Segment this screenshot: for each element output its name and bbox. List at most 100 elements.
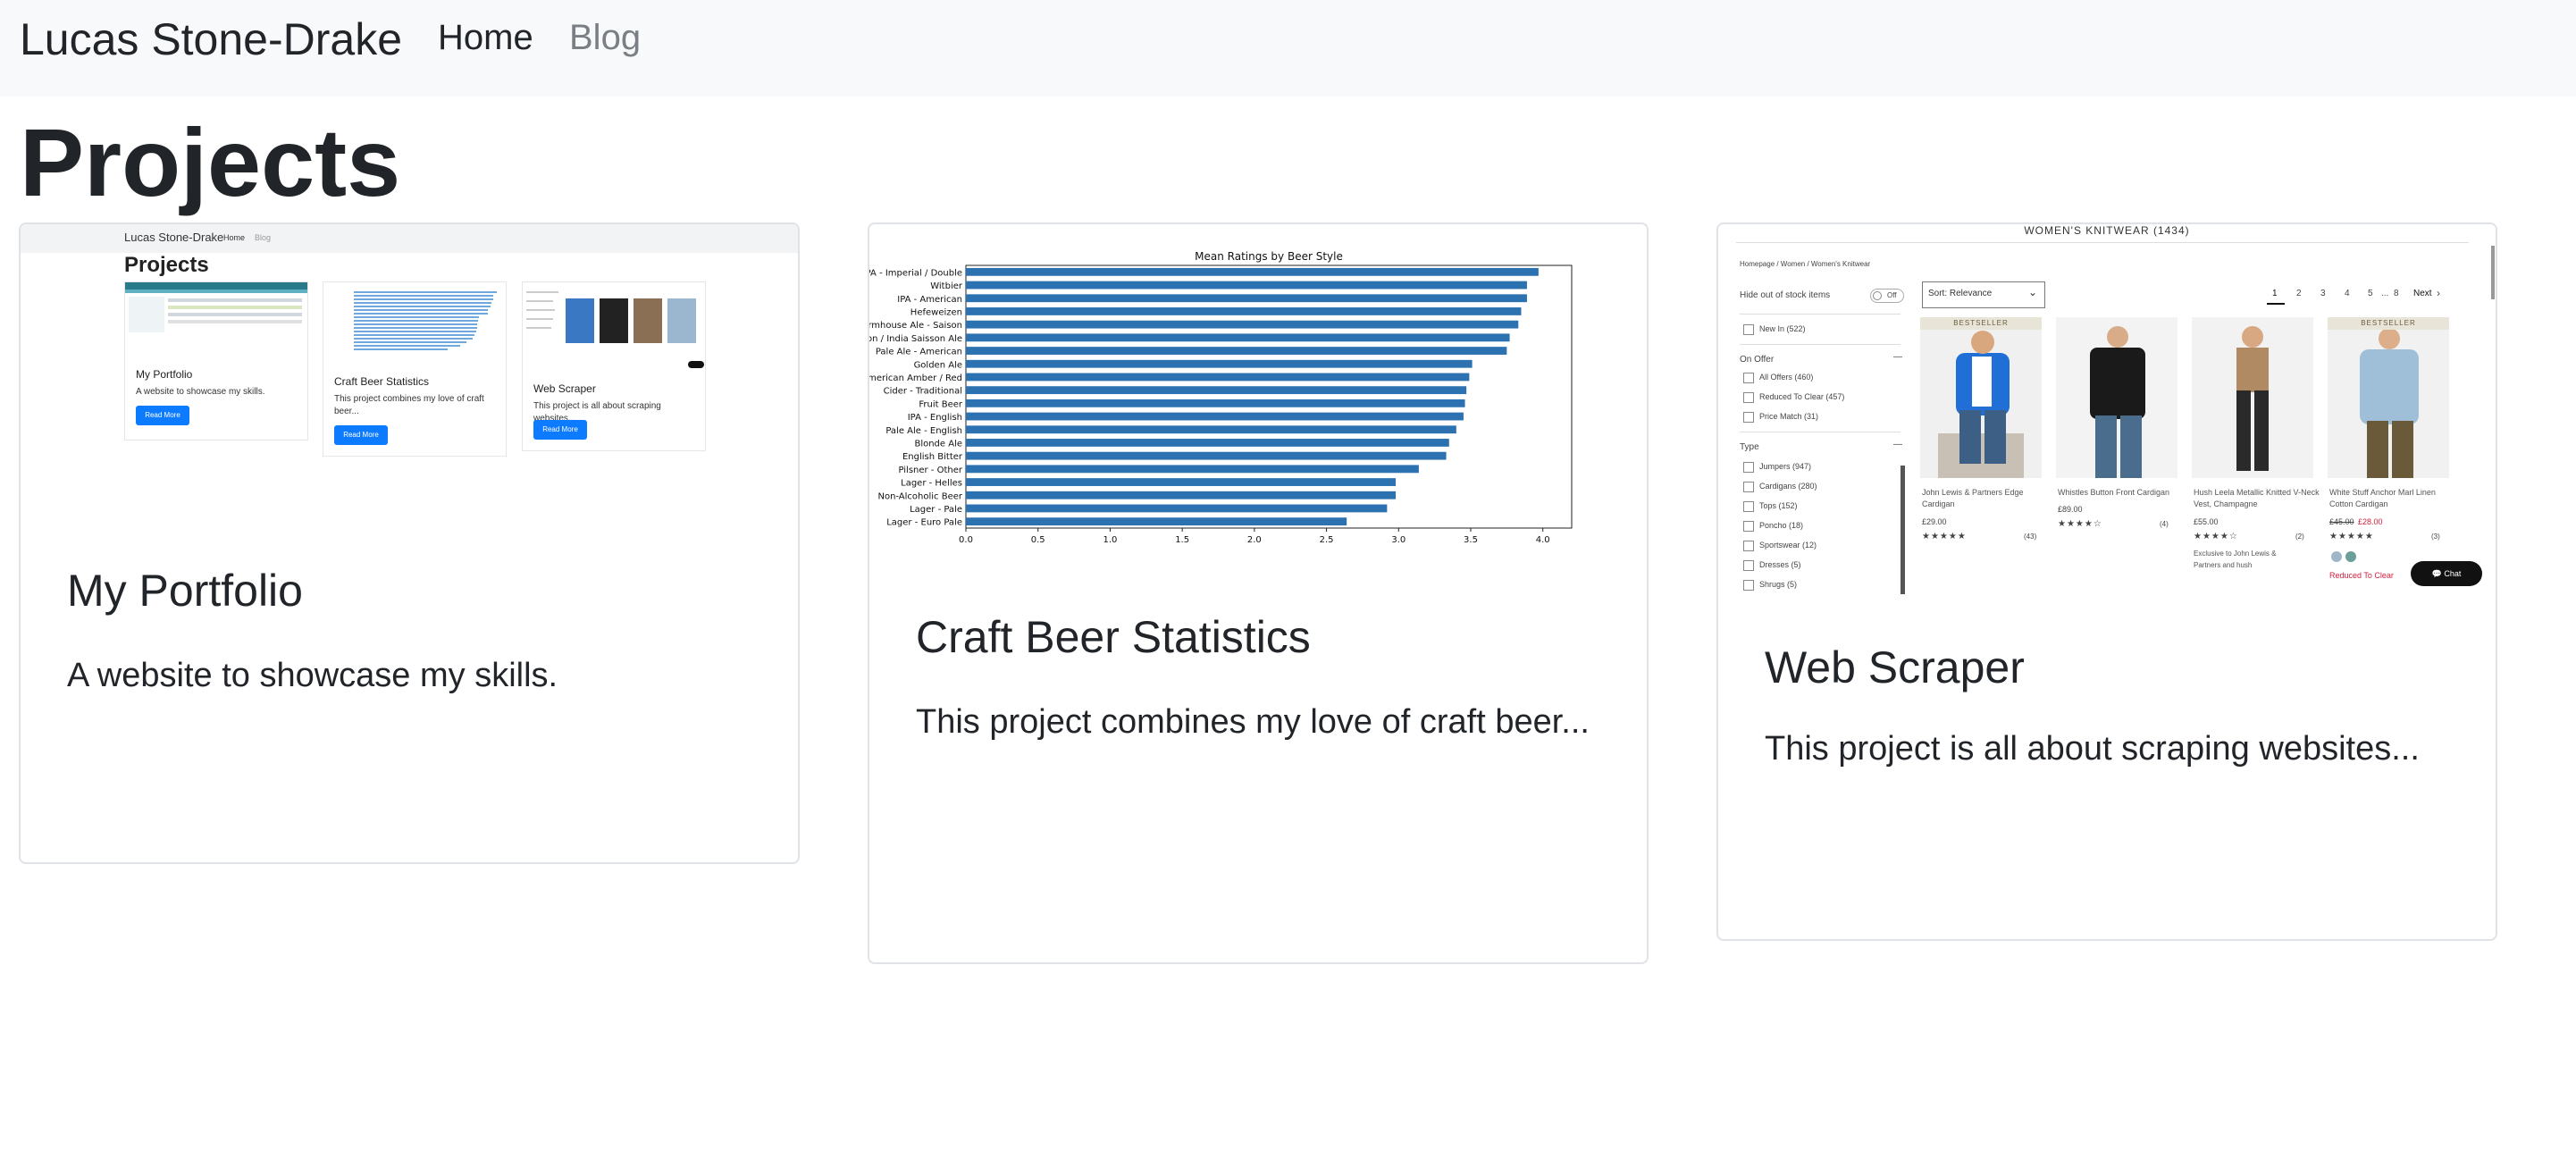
filter-label: Dresses (5) <box>1759 560 1801 569</box>
card-title: Web Scraper <box>1765 642 2025 692</box>
chart-bar <box>966 517 1347 526</box>
product-image <box>2056 317 2177 478</box>
chart-category-label: Non-Alcoholic Beer <box>877 491 962 501</box>
divider <box>1736 242 2469 243</box>
filter-label: New In (522) <box>1759 324 1806 333</box>
thumb-card-title: Craft Beer Statistics <box>334 375 430 388</box>
chart-bar <box>966 347 1507 355</box>
product-badge: BESTSELLER <box>2328 317 2449 330</box>
filter-checkbox <box>1743 541 1754 551</box>
thumb-read-more-button: Read More <box>533 420 587 440</box>
chart-bar <box>966 425 1456 434</box>
filter-checkbox <box>1743 392 1754 403</box>
thumb-card-image <box>350 290 502 352</box>
nav-blog-link[interactable]: Blog <box>569 14 641 61</box>
chart-bar <box>966 333 1510 342</box>
chart-x-tick-label: 0.5 <box>1031 535 1045 545</box>
chart-category-label: Saison / India Saisson Ale <box>869 334 962 344</box>
thumb-card-image <box>526 291 704 368</box>
product-card <box>2192 317 2313 478</box>
chart-x-tick-label: 4.0 <box>1536 535 1550 545</box>
thumb-navbar: Lucas Stone-Drake Home Blog <box>21 224 798 253</box>
page-title: Projects <box>20 108 401 216</box>
card-title: Craft Beer Statistics <box>916 612 1311 662</box>
chart-bar <box>966 478 1397 486</box>
collapse-icon: — <box>1893 352 1902 362</box>
filter-label: Shrugs (5) <box>1759 580 1798 589</box>
project-card-web-scraper[interactable]: WOMEN'S KNITWEAR (1434) Homepage / Women… <box>1716 222 2497 941</box>
color-swatch <box>2345 551 2356 562</box>
chat-label: Chat <box>2444 569 2462 578</box>
chevron-right-icon: › <box>2437 287 2440 299</box>
filter-checkbox <box>1743 412 1754 423</box>
thumb-brand: Lucas Stone-Drake <box>124 231 224 244</box>
review-count: (4) <box>2160 520 2169 528</box>
filter-checkbox <box>1743 560 1754 571</box>
rating-stars-icon: ★★★★★ <box>2329 532 2374 541</box>
filter-label: Poncho (18) <box>1759 521 1804 530</box>
pagination-page: 8 <box>2394 289 2399 298</box>
thumb-card: My Portfolio A website to showcase my sk… <box>124 281 308 441</box>
thumb-card: Craft Beer Statistics This project combi… <box>323 281 507 457</box>
card-text: A website to showcase my skills. <box>67 657 558 694</box>
pagination-ellipsis: ... <box>2381 289 2389 298</box>
card-text: This project combines my love of craft b… <box>916 703 1590 741</box>
color-swatch <box>2331 551 2342 562</box>
page-scrollbar <box>2491 246 2495 299</box>
thumb-page-title: Projects <box>124 253 209 277</box>
nav-home-link[interactable]: Home <box>438 14 533 61</box>
filter-label: Price Match (31) <box>1759 412 1819 421</box>
project-card-craft-beer[interactable]: Mean Ratings by Beer Style IPA - Imperial… <box>868 222 1649 964</box>
sort-select: Sort: Relevance ⌄ <box>1922 281 2045 308</box>
product-old-price: £45.00 <box>2329 517 2354 526</box>
filter-checkbox <box>1743 324 1754 335</box>
product-card: BESTSELLER <box>2328 317 2449 478</box>
pagination-page: 5 <box>2368 289 2373 298</box>
product-image <box>2192 317 2313 478</box>
chart-category-label: Witbier <box>930 281 963 291</box>
chart-x-tick-label: 2.0 <box>1247 535 1262 545</box>
chart-x-tick-label: 3.0 <box>1391 535 1405 545</box>
chart-bar <box>966 386 1467 395</box>
shop-breadcrumb: Homepage / Women / Women's Knitwear <box>1740 260 1871 268</box>
filter-checkbox <box>1743 482 1754 492</box>
thumb-card: Web Scraper This project is all about sc… <box>522 281 706 451</box>
pagination-next: Next <box>2413 289 2432 298</box>
chart-category-label: Lager - Euro Pale <box>886 518 962 528</box>
shop-category-header: WOMEN'S KNITWEAR (1434) <box>2024 224 2190 237</box>
chart-category-label: Blonde Ale <box>914 439 962 449</box>
project-thumbnail-web-scraper: WOMEN'S KNITWEAR (1434) Homepage / Women… <box>1718 224 2496 594</box>
product-image <box>1920 317 2042 478</box>
thumb-read-more-button: Read More <box>136 406 189 425</box>
project-card-portfolio[interactable]: Lucas Stone-Drake Home Blog Projects My … <box>19 222 800 864</box>
chart-x-tick-label: 0.0 <box>959 535 973 545</box>
chart-bar <box>966 412 1464 421</box>
thumb-card-title: My Portfolio <box>136 368 193 381</box>
filter-label: All Offers (460) <box>1759 373 1814 382</box>
chart-category-label: IPA - Imperial / Double <box>869 268 962 278</box>
filter-label: Sportswear (12) <box>1759 541 1817 550</box>
product-name: John Lewis & Partners Edge Cardigan <box>1922 488 2024 508</box>
chart-category-label: Cider - Traditional <box>884 387 962 397</box>
chart-category-label: Golden Ale <box>914 360 962 370</box>
product-card: BESTSELLER <box>1920 317 2042 478</box>
card-text: This project is all about scraping websi… <box>1765 730 2420 768</box>
filter-label: Tops (152) <box>1759 501 1798 510</box>
chart-bar <box>966 439 1449 447</box>
chart-bar <box>966 320 1519 329</box>
chart-title: Mean Ratings by Beer Style <box>1195 250 1343 263</box>
chat-button: 💬 Chat <box>2411 561 2482 586</box>
chart-bar <box>966 504 1388 513</box>
filter-group-label: Type <box>1740 442 1759 452</box>
thumb-nav-home: Home <box>223 233 246 242</box>
filter-checkbox <box>1743 580 1754 591</box>
divider <box>1740 314 1901 315</box>
pagination-page: 4 <box>2345 289 2350 298</box>
brand-link[interactable]: Lucas Stone-Drake <box>20 13 402 66</box>
beer-ratings-chart: Mean Ratings by Beer Style IPA - Imperial… <box>869 250 1573 546</box>
product-price: £89.00 <box>2058 505 2083 514</box>
chart-bar <box>966 491 1397 499</box>
chart-category-label: Pilsner - Other <box>898 466 962 475</box>
chart-category-label: IPA - American <box>897 295 962 305</box>
filter-checkbox <box>1743 462 1754 473</box>
